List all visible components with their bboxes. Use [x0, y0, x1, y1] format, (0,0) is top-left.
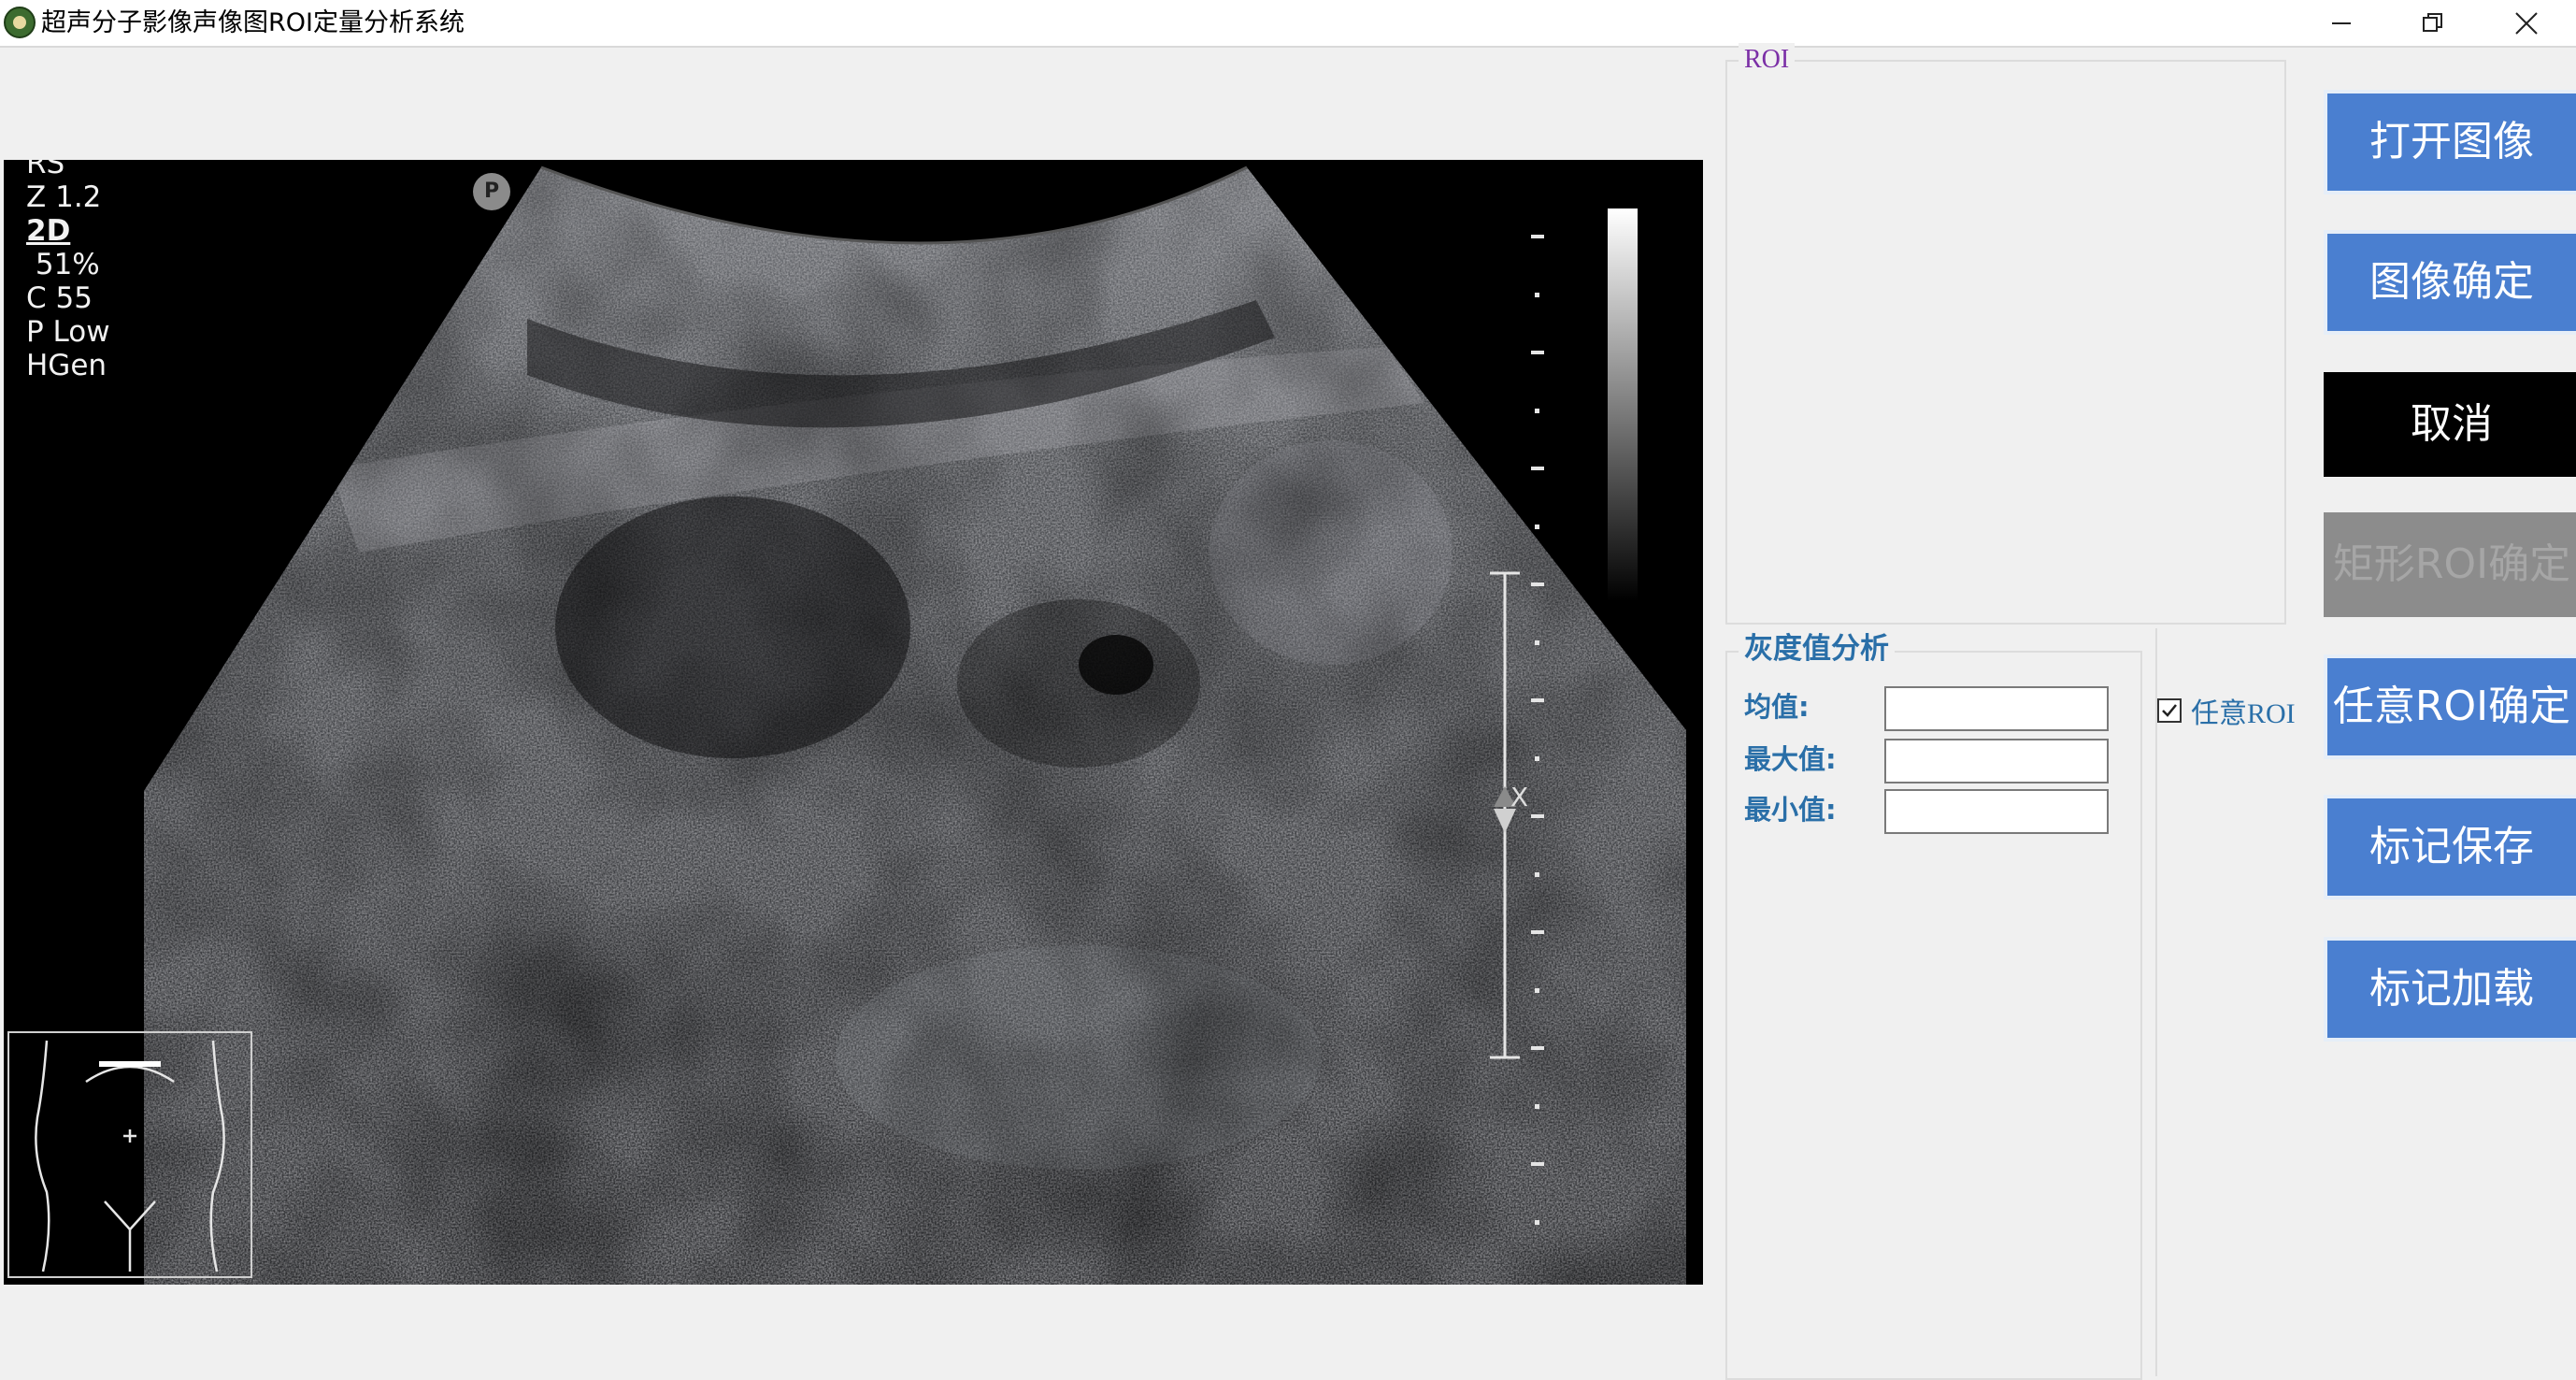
roi-panel-title: ROI: [1739, 43, 1796, 77]
arbitrary-roi-confirm-button[interactable]: 任意ROI确定: [2324, 654, 2576, 759]
checkbox-box[interactable]: [2157, 698, 2182, 723]
param-c: C 55: [26, 281, 93, 315]
save-marks-button[interactable]: 标记保存: [2324, 795, 2576, 899]
depth-scale: [1490, 235, 1544, 1225]
min-value-input[interactable]: [1884, 789, 2109, 834]
arbitrary-roi-checkbox[interactable]: 任意ROI: [2157, 690, 2296, 731]
load-marks-button[interactable]: 标记加载: [2324, 937, 2576, 1042]
ultrasound-parameters: RS Z 1.2 2D 51% C 55 P Low HGen: [26, 160, 110, 382]
param-frequency: HGen: [26, 349, 107, 382]
gray-value-analysis-title: 灰度值分析: [1739, 630, 1895, 668]
title-bar: 超声分子影像声像图ROI定量分析系统: [0, 0, 2576, 48]
param-power: P Low: [26, 315, 110, 349]
mean-value-input[interactable]: [1884, 686, 2109, 731]
restore-button[interactable]: [2387, 0, 2479, 46]
minimize-button[interactable]: [2296, 0, 2387, 46]
close-button[interactable]: [2481, 0, 2572, 46]
body-marker: [7, 1031, 252, 1278]
min-value-label: 最小值:: [1744, 794, 1837, 826]
mean-value-label: 均值:: [1744, 691, 1810, 723]
body-outline-icon: [35, 1040, 225, 1272]
focus-marker: X: [1510, 782, 1529, 812]
grayscale-bar: [1608, 208, 1638, 601]
rect-roi-confirm-button[interactable]: 矩形ROI确定: [2324, 512, 2576, 617]
panel-divider: [2155, 628, 2157, 1376]
param-zoom: Z 1.2: [26, 180, 102, 214]
window-title: 超声分子影像声像图ROI定量分析系统: [41, 8, 465, 37]
max-value-input[interactable]: [1884, 739, 2109, 783]
open-image-button[interactable]: 打开图像: [2324, 90, 2576, 194]
max-value-label: 最大值:: [1744, 743, 1837, 775]
roi-preview-panel: [1725, 60, 2286, 625]
cancel-button[interactable]: 取消: [2324, 372, 2576, 477]
restore-icon: [2423, 12, 2442, 32]
minimize-icon: [2332, 22, 2351, 24]
param-mode: 2D: [26, 214, 71, 248]
confirm-image-button[interactable]: 图像确定: [2324, 230, 2576, 335]
app-logo-icon: [4, 7, 36, 38]
probe-orientation-icon: P: [473, 173, 510, 210]
checkmark-icon: [2162, 704, 2177, 717]
ultrasound-image-viewport[interactable]: RS Z 1.2 2D 51% C 55 P Low HGen P X: [4, 160, 1703, 1285]
param-gain: 51%: [26, 248, 100, 281]
close-icon: [2515, 11, 2538, 35]
param-rs: RS: [26, 160, 65, 180]
ultrasound-image: [144, 165, 1686, 1285]
arbitrary-roi-checkbox-label: 任意ROI: [2191, 698, 2296, 729]
